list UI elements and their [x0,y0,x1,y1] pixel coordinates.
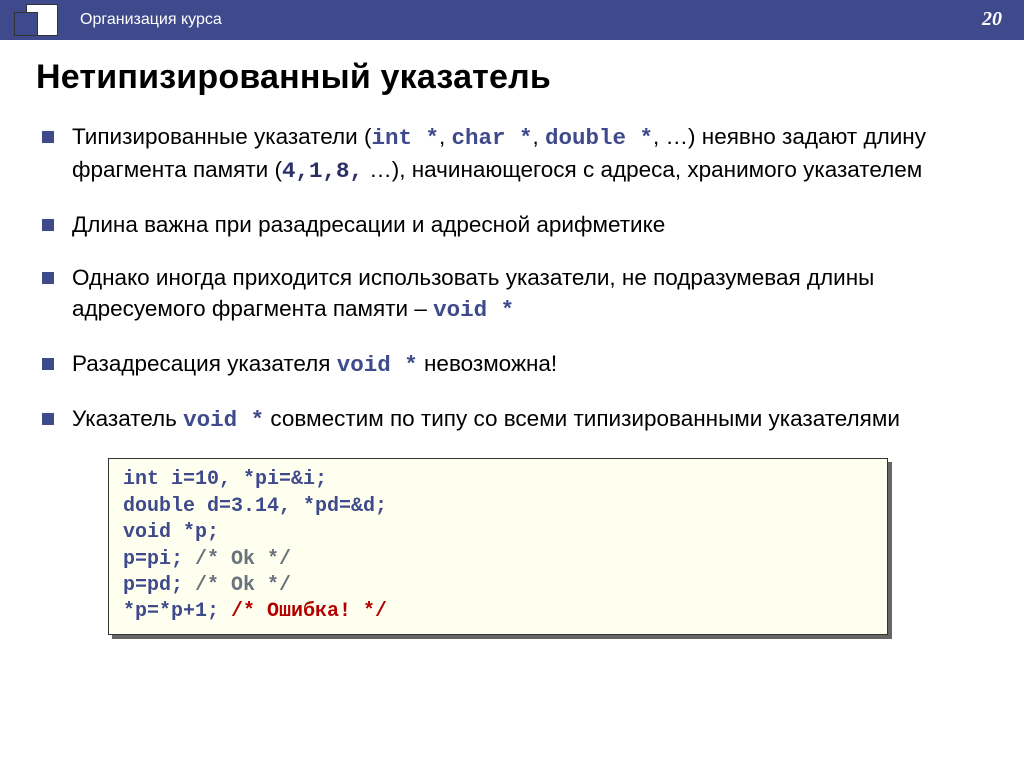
text: Разадресация указателя [72,351,337,376]
inline-code: char * [451,125,532,151]
code-comment: /* Ok */ [195,574,291,597]
breadcrumb: Организация курса [80,11,222,29]
code-text: i=10, *pi=&i; [159,468,327,491]
bullet-list: Типизированные указатели (int *, char *,… [36,121,988,436]
text: Типизированные указатели ( [72,124,371,149]
inline-code: 4,1,8, [282,158,363,184]
inline-code: void * [433,297,514,323]
code-kw: int [123,468,159,491]
code-kw: double [123,495,195,518]
code-kw: void [123,521,171,544]
slide-header: Организация курса 20 [0,0,1024,40]
code-block: int i=10, *pi=&i; double d=3.14, *pd=&d;… [108,458,888,634]
slide-title: Нетипизированный указатель [36,58,988,97]
text: совместим по типу со всеми типизированны… [264,406,900,431]
bullet-item: Разадресация указателя void * невозможна… [72,348,988,381]
code-text: d=3.14, *pd=&d; [195,495,387,518]
text: , [532,124,545,149]
bullet-item: Однако иногда приходится использовать ук… [72,262,988,326]
code-text: p=pi; [123,548,195,571]
page-number: 20 [982,8,1002,31]
code-error-comment: /* Ошибка! */ [231,600,387,623]
logo-icon [4,0,74,40]
code-text: *p=*p+1; [123,600,231,623]
code-block-container: int i=10, *pi=&i; double d=3.14, *pd=&d;… [108,458,888,634]
code-text: p=pd; [123,574,195,597]
bullet-item: Типизированные указатели (int *, char *,… [72,121,988,187]
code-comment: /* Ok */ [195,548,291,571]
bullet-item: Длина важна при разадресации и адресной … [72,209,988,240]
slide-body: Нетипизированный указатель Типизированны… [0,40,1024,645]
inline-code: double * [545,125,653,151]
inline-code: int * [371,125,439,151]
text: , [439,124,452,149]
inline-code: void * [337,352,418,378]
text: невозможна! [418,351,557,376]
text: Указатель [72,406,183,431]
bullet-item: Указатель void * совместим по типу со вс… [72,403,988,436]
code-text: *p; [171,521,219,544]
inline-code: void * [183,407,264,433]
text: …), начинающегося с адреса, хранимого ук… [363,157,922,182]
